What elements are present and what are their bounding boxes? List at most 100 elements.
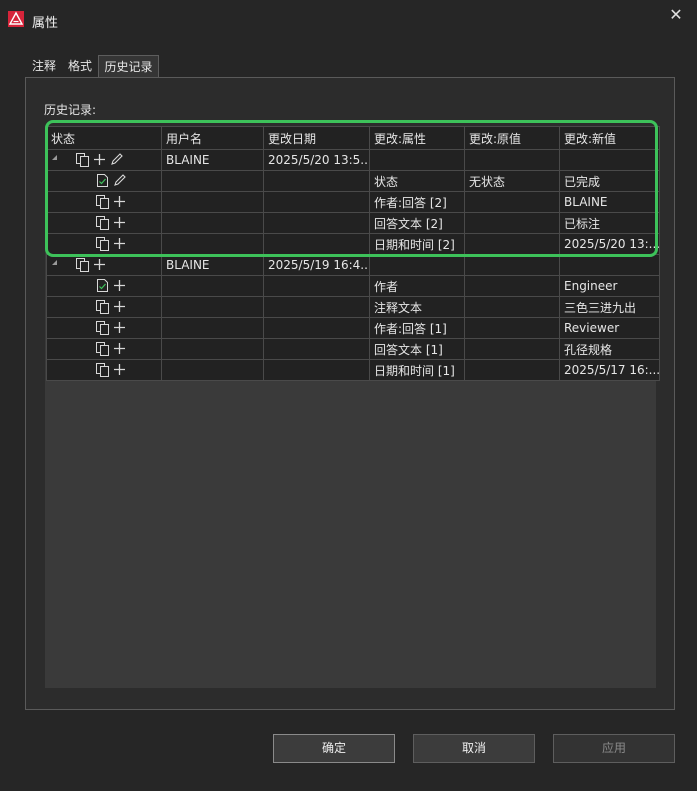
pencil-icon	[112, 173, 127, 188]
property-cell: 作者	[369, 275, 465, 297]
collapse-arrow-icon[interactable]	[52, 155, 57, 160]
status-cell[interactable]	[46, 149, 162, 171]
old-value-cell	[464, 338, 560, 360]
history-row[interactable]: 日期和时间 [1] 2025/5/17 16:...	[46, 359, 660, 381]
tab-annotation[interactable]: 注释	[26, 55, 62, 77]
column-header-date[interactable]: 更改日期	[263, 126, 370, 150]
pencil-icon	[109, 152, 124, 167]
user-cell	[161, 359, 264, 381]
tab-format[interactable]: 格式	[62, 55, 98, 77]
new-value-cell: 已标注	[559, 212, 660, 234]
old-value-cell	[464, 317, 560, 339]
status-icons	[95, 299, 127, 314]
status-cell[interactable]	[46, 317, 162, 339]
status-cell[interactable]	[46, 170, 162, 192]
property-cell: 回答文本 [2]	[369, 212, 465, 234]
history-row[interactable]: 作者:回答 [1] Reviewer	[46, 317, 660, 339]
status-icons	[75, 152, 124, 167]
window-title: 属性	[32, 16, 59, 31]
property-cell: 注释文本	[369, 296, 465, 318]
copy-icon	[95, 215, 110, 230]
history-row[interactable]: 回答文本 [1] 孔径规格	[46, 338, 660, 360]
new-value-cell: 孔径规格	[559, 338, 660, 360]
check-document-icon	[95, 173, 110, 188]
user-cell	[161, 317, 264, 339]
date-cell	[263, 212, 370, 234]
copy-icon	[75, 152, 90, 167]
plus-icon	[112, 194, 127, 209]
apply-button[interactable]: 应用	[553, 734, 675, 763]
column-header-old-value[interactable]: 更改:原值	[464, 126, 560, 150]
status-icons	[95, 278, 127, 293]
user-cell	[161, 170, 264, 192]
plus-icon	[112, 341, 127, 356]
copy-icon	[95, 299, 110, 314]
status-cell[interactable]	[46, 212, 162, 234]
status-cell[interactable]	[46, 359, 162, 381]
column-header-property[interactable]: 更改:属性	[369, 126, 465, 150]
title-bar: 属性 ✕	[0, 0, 697, 38]
history-row[interactable]: 状态 无状态 已完成	[46, 170, 660, 192]
property-cell: 日期和时间 [1]	[369, 359, 465, 381]
new-value-cell: Engineer	[559, 275, 660, 297]
old-value-cell	[464, 254, 560, 276]
history-row[interactable]: 注释文本 三色三进九出	[46, 296, 660, 318]
history-row[interactable]: 作者:回答 [2] BLAINE	[46, 191, 660, 213]
old-value-cell	[464, 191, 560, 213]
close-button[interactable]: ✕	[665, 4, 687, 26]
property-cell	[369, 149, 465, 171]
user-cell	[161, 191, 264, 213]
status-cell[interactable]	[46, 254, 162, 276]
status-cell[interactable]	[46, 296, 162, 318]
user-cell	[161, 212, 264, 234]
status-icons	[95, 320, 127, 335]
status-icons	[95, 194, 127, 209]
user-cell	[161, 275, 264, 297]
plus-icon	[112, 236, 127, 251]
old-value-cell	[464, 149, 560, 171]
status-icons	[95, 236, 127, 251]
property-cell: 回答文本 [1]	[369, 338, 465, 360]
user-cell	[161, 338, 264, 360]
ok-button[interactable]: 确定	[273, 734, 395, 763]
copy-icon	[95, 341, 110, 356]
history-row[interactable]: BLAINE 2025/5/19 16:4...	[46, 254, 660, 276]
property-cell: 作者:回答 [1]	[369, 317, 465, 339]
plus-icon	[112, 362, 127, 377]
status-icons	[75, 257, 107, 272]
collapse-arrow-icon[interactable]	[52, 260, 57, 265]
date-cell: 2025/5/20 13:5...	[263, 149, 370, 171]
tab-history[interactable]: 历史记录	[98, 55, 159, 77]
history-row[interactable]: BLAINE 2025/5/20 13:5...	[46, 149, 660, 171]
old-value-cell	[464, 275, 560, 297]
user-cell: BLAINE	[161, 149, 264, 171]
status-cell[interactable]	[46, 275, 162, 297]
status-cell[interactable]	[46, 233, 162, 255]
app-logo-icon	[8, 11, 24, 27]
plus-icon	[112, 320, 127, 335]
new-value-cell: 2025/5/17 16:...	[559, 359, 660, 381]
old-value-cell	[464, 212, 560, 234]
plus-icon	[92, 257, 107, 272]
history-row[interactable]: 回答文本 [2] 已标注	[46, 212, 660, 234]
user-cell	[161, 233, 264, 255]
status-cell[interactable]	[46, 191, 162, 213]
plus-icon	[112, 299, 127, 314]
property-cell	[369, 254, 465, 276]
cancel-button[interactable]: 取消	[413, 734, 535, 763]
property-cell: 作者:回答 [2]	[369, 191, 465, 213]
copy-icon	[75, 257, 90, 272]
date-cell	[263, 191, 370, 213]
history-row[interactable]: 作者 Engineer	[46, 275, 660, 297]
date-cell	[263, 296, 370, 318]
grid-header-row: 状态 用户名 更改日期 更改:属性 更改:原值 更改:新值	[46, 126, 660, 150]
column-header-user[interactable]: 用户名	[161, 126, 264, 150]
new-value-cell: Reviewer	[559, 317, 660, 339]
status-cell[interactable]	[46, 338, 162, 360]
date-cell: 2025/5/19 16:4...	[263, 254, 370, 276]
column-header-status[interactable]: 状态	[46, 126, 162, 150]
history-row[interactable]: 日期和时间 [2] 2025/5/20 13:...	[46, 233, 660, 255]
column-header-new-value[interactable]: 更改:新值	[559, 126, 660, 150]
date-cell	[263, 170, 370, 192]
copy-icon	[95, 362, 110, 377]
